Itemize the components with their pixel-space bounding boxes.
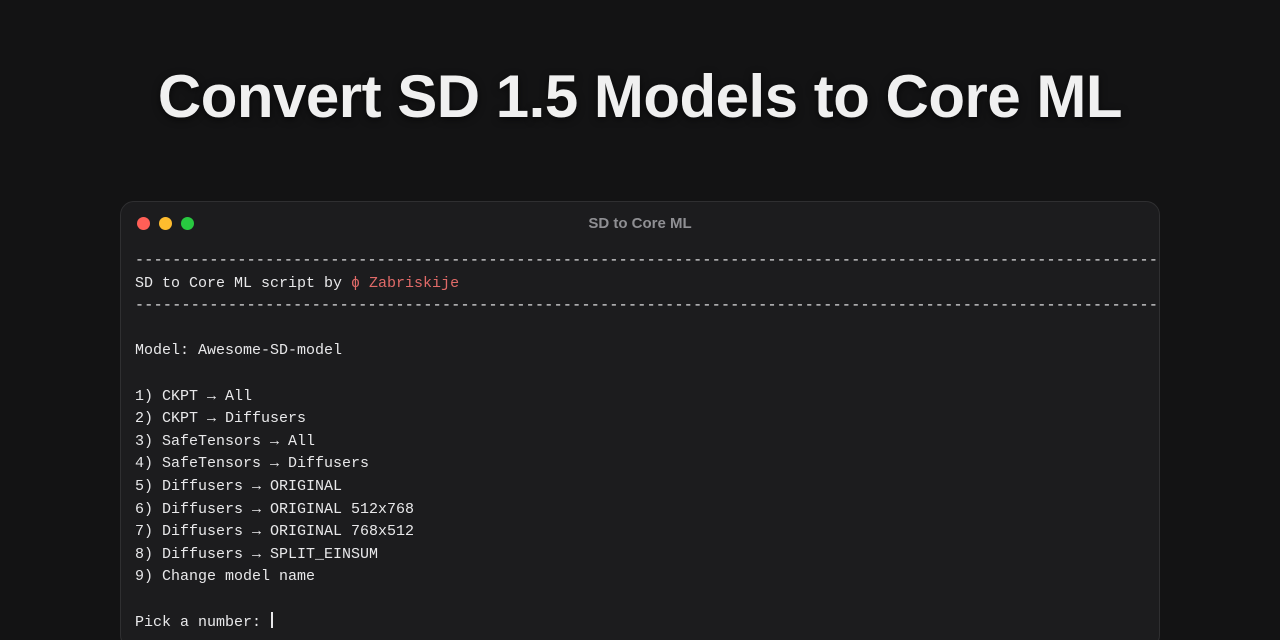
window-title: SD to Core ML [121, 215, 1159, 232]
prompt-text: Pick a number: [135, 614, 270, 631]
zoom-icon[interactable] [181, 217, 194, 230]
cursor-icon [271, 612, 273, 628]
traffic-lights [137, 217, 194, 230]
divider-line: ----------------------------------------… [135, 252, 1158, 269]
menu-option: 1) CKPT → All [135, 388, 252, 405]
menu-option: 3) SafeTensors → All [135, 433, 315, 450]
minimize-icon[interactable] [159, 217, 172, 230]
menu-option: 5) Diffusers → ORIGINAL [135, 478, 342, 495]
menu-option: 6) Diffusers → ORIGINAL 512x768 [135, 501, 414, 518]
terminal-body[interactable]: ----------------------------------------… [121, 244, 1159, 640]
model-name: Awesome-SD-model [198, 342, 342, 359]
close-icon[interactable] [137, 217, 150, 230]
menu-option: 7) Diffusers → ORIGINAL 768x512 [135, 523, 414, 540]
menu-option: 2) CKPT → Diffusers [135, 410, 306, 427]
menu-option: 4) SafeTensors → Diffusers [135, 455, 369, 472]
menu-option: 9) Change model name [135, 568, 315, 585]
credit-prefix: SD to Core ML script by [135, 275, 351, 292]
model-label: Model: [135, 342, 198, 359]
menu-option: 8) Diffusers → SPLIT_EINSUM [135, 546, 378, 563]
page-title: Convert SD 1.5 Models to Core ML [0, 62, 1280, 131]
divider-line: ----------------------------------------… [135, 297, 1158, 314]
credit-author: ϕ Zabriskije [351, 275, 459, 292]
terminal-window: SD to Core ML --------------------------… [120, 201, 1160, 640]
titlebar: SD to Core ML [121, 202, 1159, 244]
